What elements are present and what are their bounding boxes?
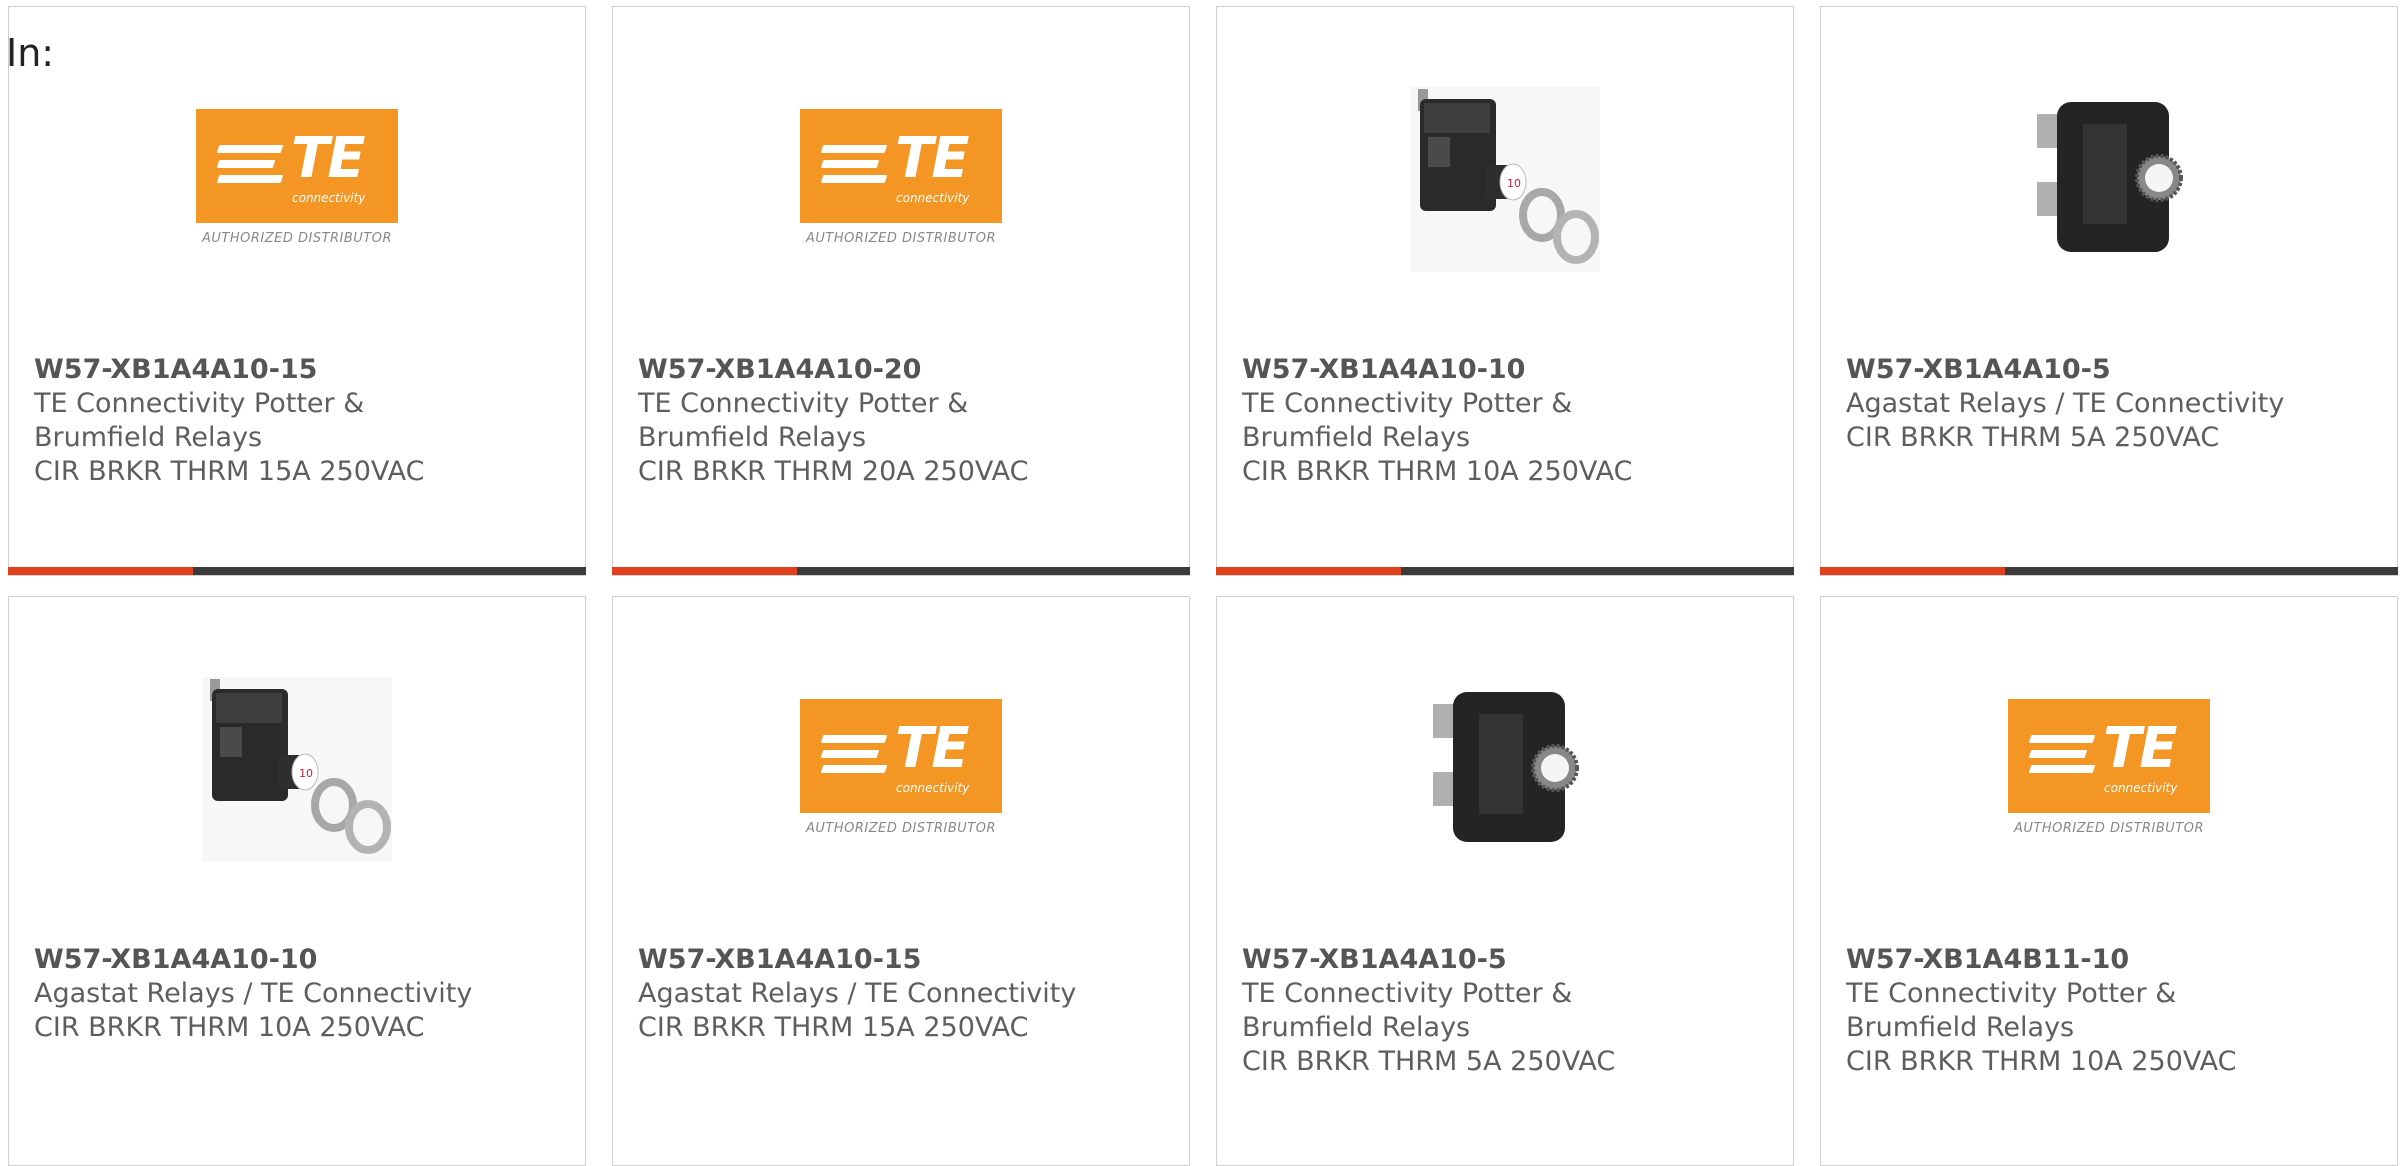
product-description: CIR BRKR THRM 20A 250VAC [638,456,1029,487]
product-description: CIR BRKR THRM 15A 250VAC [638,1012,1029,1043]
product-image[interactable]: TE connectivity AUTHORIZED DISTRIBUTOR [9,7,585,347]
te-connectivity-logo: TE connectivity AUTHORIZED DISTRIBUTOR [196,108,398,246]
manufacturer-name: Agastat Relays / TE Connectivity [34,978,473,1009]
te-connectivity-logo: TE connectivity AUTHORIZED DISTRIBUTOR [800,108,1002,246]
part-number-link[interactable]: W57-XB1A4A10-5 [1846,353,2377,387]
card-bottom-bar [1820,567,2398,575]
part-number-link[interactable]: W57-XB1A4A10-15 [34,353,565,387]
product-card[interactable]: TE connectivity AUTHORIZED DISTRIBUTOR W… [612,6,1190,576]
svg-text:10: 10 [299,767,313,780]
product-description: CIR BRKR THRM 10A 250VAC [34,1012,425,1043]
product-image[interactable]: TE connectivity AUTHORIZED DISTRIBUTOR [1821,597,2397,937]
product-card[interactable]: 10 W57-XB1A4A10-10 TE Connectivity Potte… [1216,6,1794,576]
te-connectivity-logo: TE connectivity AUTHORIZED DISTRIBUTOR [800,698,1002,836]
part-number-link[interactable]: W57-XB1A4A10-10 [34,943,565,977]
te-connectivity-logo: TE connectivity AUTHORIZED DISTRIBUTOR [2008,698,2210,836]
manufacturer-name: Agastat Relays / TE Connectivity [1846,388,2285,419]
circuit-breaker-front-image [2037,102,2183,252]
product-image[interactable]: TE connectivity AUTHORIZED DISTRIBUTOR [613,597,1189,937]
svg-text:10: 10 [1507,177,1521,190]
product-card[interactable]: W57-XB1A4A10-5 Agastat Relays / TE Conne… [1820,6,2398,576]
part-number-link[interactable]: W57-XB1A4A10-15 [638,943,1169,977]
circuit-breaker-side-image: 10 [202,677,392,862]
manufacturer-name: TE Connectivity Potter & Brumfield Relay… [1242,388,1573,453]
product-description: CIR BRKR THRM 10A 250VAC [1846,1046,2237,1077]
product-image[interactable]: 10 [1217,7,1793,347]
product-description: CIR BRKR THRM 10A 250VAC [1242,456,1633,487]
product-description: CIR BRKR THRM 5A 250VAC [1242,1046,1616,1077]
product-description: CIR BRKR THRM 5A 250VAC [1846,422,2220,453]
filter-in-label: In: [6,31,55,75]
product-card[interactable]: W57-XB1A4A10-5 TE Connectivity Potter & … [1216,596,1794,1166]
product-card[interactable]: TE connectivity AUTHORIZED DISTRIBUTOR W… [612,596,1190,1166]
circuit-breaker-front-image [1433,692,1579,842]
product-card[interactable]: TE connectivity AUTHORIZED DISTRIBUTOR W… [1820,596,2398,1166]
product-image[interactable] [1217,597,1793,937]
card-bottom-bar [8,567,586,575]
product-image[interactable]: TE connectivity AUTHORIZED DISTRIBUTOR [613,7,1189,347]
manufacturer-name: TE Connectivity Potter & Brumfield Relay… [638,388,969,453]
manufacturer-name: TE Connectivity Potter & Brumfield Relay… [1242,978,1573,1043]
product-image[interactable] [1821,7,2397,347]
part-number-link[interactable]: W57-XB1A4A10-20 [638,353,1169,387]
card-bottom-bar [612,567,1190,575]
part-number-link[interactable]: W57-XB1A4A10-10 [1242,353,1773,387]
circuit-breaker-side-image: 10 [1410,87,1600,272]
card-bottom-bar [1216,567,1794,575]
product-description: CIR BRKR THRM 15A 250VAC [34,456,425,487]
manufacturer-name: TE Connectivity Potter & Brumfield Relay… [1846,978,2177,1043]
part-number-link[interactable]: W57-XB1A4B11-10 [1846,943,2377,977]
product-card[interactable]: 10 W57-XB1A4A10-10 Agastat Relays / TE C… [8,596,586,1166]
manufacturer-name: TE Connectivity Potter & Brumfield Relay… [34,388,365,453]
product-card[interactable]: TE connectivity AUTHORIZED DISTRIBUTOR W… [8,6,586,576]
part-number-link[interactable]: W57-XB1A4A10-5 [1242,943,1773,977]
manufacturer-name: Agastat Relays / TE Connectivity [638,978,1077,1009]
product-grid: TE connectivity AUTHORIZED DISTRIBUTOR W… [0,0,2400,1166]
product-image[interactable]: 10 [9,597,585,937]
